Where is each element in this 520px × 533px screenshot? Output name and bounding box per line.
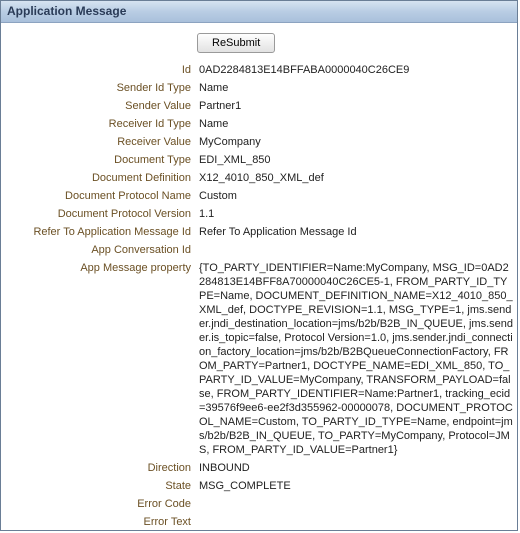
field-state: State MSG_COMPLETE bbox=[7, 479, 517, 493]
field-document-protocol-version: Document Protocol Version 1.1 bbox=[7, 207, 517, 221]
label-sender-value: Sender Value bbox=[7, 99, 199, 113]
value-document-type: EDI_XML_850 bbox=[199, 153, 517, 167]
value-document-definition: X12_4010_850_XML_def bbox=[199, 171, 517, 185]
value-state: MSG_COMPLETE bbox=[199, 479, 517, 493]
value-id: 0AD2284813E14BFFABA0000040C26CE9 bbox=[199, 63, 517, 77]
field-error-code: Error Code bbox=[7, 497, 517, 511]
button-row: ReSubmit bbox=[197, 33, 517, 53]
value-sender-value: Partner1 bbox=[199, 99, 517, 113]
value-receiver-id-type: Name bbox=[199, 117, 517, 131]
label-document-type: Document Type bbox=[7, 153, 199, 167]
label-document-protocol-version: Document Protocol Version bbox=[7, 207, 199, 221]
value-document-protocol-name: Custom bbox=[199, 189, 517, 203]
value-direction: INBOUND bbox=[199, 461, 517, 475]
field-direction: Direction INBOUND bbox=[7, 461, 517, 475]
value-refer-to-app-msg-id: Refer To Application Message Id bbox=[199, 225, 517, 239]
value-receiver-value: MyCompany bbox=[199, 135, 517, 149]
label-app-conversation-id: App Conversation Id bbox=[7, 243, 199, 257]
label-receiver-value: Receiver Value bbox=[7, 135, 199, 149]
label-error-code: Error Code bbox=[7, 497, 199, 511]
field-app-conversation-id: App Conversation Id bbox=[7, 243, 517, 257]
content-scroll[interactable]: ReSubmit Id 0AD2284813E14BFFABA0000040C2… bbox=[1, 23, 517, 530]
label-document-protocol-name: Document Protocol Name bbox=[7, 189, 199, 203]
field-receiver-value: Receiver Value MyCompany bbox=[7, 135, 517, 149]
field-sender-id-type: Sender Id Type Name bbox=[7, 81, 517, 95]
field-refer-to-app-msg-id: Refer To Application Message Id Refer To… bbox=[7, 225, 517, 239]
field-app-message-property: App Message property {TO_PARTY_IDENTIFIE… bbox=[7, 261, 517, 457]
label-refer-to-app-msg-id: Refer To Application Message Id bbox=[7, 225, 199, 239]
label-state: State bbox=[7, 479, 199, 493]
label-app-message-property: App Message property bbox=[7, 261, 199, 275]
field-error-text: Error Text bbox=[7, 515, 517, 529]
content-area: ReSubmit Id 0AD2284813E14BFFABA0000040C2… bbox=[1, 23, 517, 530]
field-document-type: Document Type EDI_XML_850 bbox=[7, 153, 517, 167]
window-title: Application Message bbox=[1, 1, 517, 23]
label-receiver-id-type: Receiver Id Type bbox=[7, 117, 199, 131]
field-id: Id 0AD2284813E14BFFABA0000040C26CE9 bbox=[7, 63, 517, 77]
field-sender-value: Sender Value Partner1 bbox=[7, 99, 517, 113]
label-id: Id bbox=[7, 63, 199, 77]
field-document-protocol-name: Document Protocol Name Custom bbox=[7, 189, 517, 203]
label-document-definition: Document Definition bbox=[7, 171, 199, 185]
resubmit-button[interactable]: ReSubmit bbox=[197, 33, 275, 53]
value-document-protocol-version: 1.1 bbox=[199, 207, 517, 221]
application-message-window: Application Message ReSubmit Id 0AD22848… bbox=[0, 0, 518, 531]
label-direction: Direction bbox=[7, 461, 199, 475]
field-receiver-id-type: Receiver Id Type Name bbox=[7, 117, 517, 131]
label-error-text: Error Text bbox=[7, 515, 199, 529]
label-sender-id-type: Sender Id Type bbox=[7, 81, 199, 95]
value-app-message-property: {TO_PARTY_IDENTIFIER=Name:MyCompany, MSG… bbox=[199, 261, 517, 457]
field-document-definition: Document Definition X12_4010_850_XML_def bbox=[7, 171, 517, 185]
value-sender-id-type: Name bbox=[199, 81, 517, 95]
